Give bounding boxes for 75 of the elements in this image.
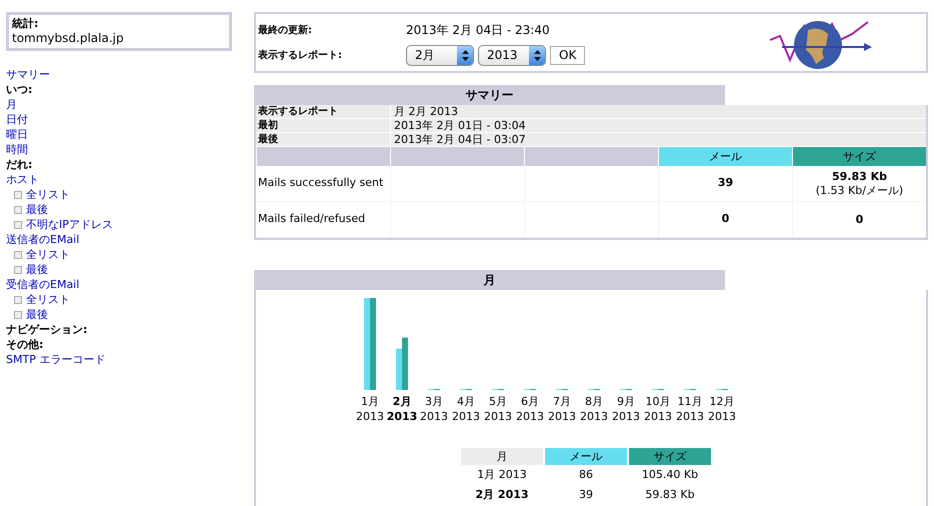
column-header: 月 [461,448,543,465]
section-heading: いつ: [6,82,32,97]
bullet-icon [14,250,22,258]
section-heading: ナビゲーション: [6,322,88,337]
axis-label: 9月 2013 [611,394,641,424]
table-cell-text: 39 [578,487,594,503]
mail-count: 0 [722,211,730,228]
menu-link[interactable]: 不明なIPアドレス [26,217,113,232]
row-label: 最後 [256,133,390,147]
axis-label: 5月 2013 [483,394,513,424]
menu-link[interactable]: 曜日 [6,127,28,142]
axis-label: 8月 2013 [579,394,609,424]
row-label: Mails failed/refused [256,202,390,238]
section-heading: だれ: [6,157,32,172]
legend-header: メール [545,448,627,465]
menu-link[interactable]: サマリー [6,67,50,82]
menu-link[interactable]: 最後 [26,262,48,277]
axis-label: 1月 2013 [355,394,385,424]
stats-label: 統計: [12,17,40,31]
field-label: 表示するレポート: [258,48,343,62]
table-cell-text: 86 [578,467,594,483]
bullet-icon [14,190,22,198]
axis-label: 12月 2013 [707,394,737,424]
axis-label: 11月 2013 [675,394,705,424]
menu-link[interactable]: 全リスト [26,292,70,307]
mail-count: 39 [718,175,734,192]
menu-link[interactable]: 受信者のEMail [6,277,80,292]
menu-link[interactable]: 最後 [26,202,48,217]
row-value: 2013年 2月 01日 - 03:04 [390,119,926,133]
menu-link[interactable]: 月 [6,97,17,112]
axis-label: 3月 2013 [419,394,449,424]
row-label: Mails successfully sent [256,166,390,202]
last-update-value: 2013年 2月 04日 - 23:40 [406,22,550,39]
menu-link[interactable]: 日付 [6,112,28,127]
bullet-icon [14,220,22,228]
field-label: 最終の更新: [258,23,313,38]
row-label: 表示するレポート [256,105,390,119]
axis-label: 7月 2013 [547,394,577,424]
size-per-mail: (1.53 Kb/メール) [816,184,904,198]
bullet-icon [14,310,22,318]
menu-link[interactable]: SMTP エラーコード [6,352,106,367]
menu-link[interactable]: 全リスト [26,247,70,262]
axis-label: 4月 2013 [451,394,481,424]
section-heading: その他: [6,337,44,352]
dropdown[interactable]: 2013 [478,44,546,66]
legend-header: サイズ [629,448,711,465]
spinner-icon [462,50,468,60]
axis-label: 6月 2013 [515,394,545,424]
section-title: 月 [254,270,725,290]
axis-label: 2月 2013 [386,394,418,424]
table-cell-text: 105.40 Kb [640,467,700,483]
menu-link[interactable]: 時間 [6,142,28,157]
size-value: 0 [856,212,864,226]
axis-label: 10月 2013 [643,394,673,424]
section-title: サマリー [254,85,725,105]
size-value: 59.83 Kb [832,170,888,184]
dropdown[interactable]: 2月 [406,44,474,66]
site-name: tommybsd.plala.jp [12,31,125,46]
row-value: 2013年 2月 04日 - 03:07 [390,133,926,147]
row-label: 最初 [256,119,390,133]
bullet-icon [14,206,22,214]
column-header: メール [658,147,792,166]
menu-link[interactable]: 全リスト [26,187,70,202]
bullet-icon [14,266,22,274]
bullet-icon [14,296,22,304]
spinner-icon [534,50,540,60]
menu-link[interactable]: 送信者のEMail [6,232,80,247]
column-header: サイズ [792,147,926,166]
table-cell-text: 1月 2013 [476,467,528,483]
menu-link[interactable]: 最後 [26,307,48,322]
menu-link[interactable]: ホスト [6,172,39,187]
table-cell-text: 2月 2013 [474,487,530,503]
ok-button[interactable]: OK [550,46,586,64]
row-value: 月 2月 2013 [390,105,926,119]
table-cell-text: 59.83 Kb [644,487,696,503]
